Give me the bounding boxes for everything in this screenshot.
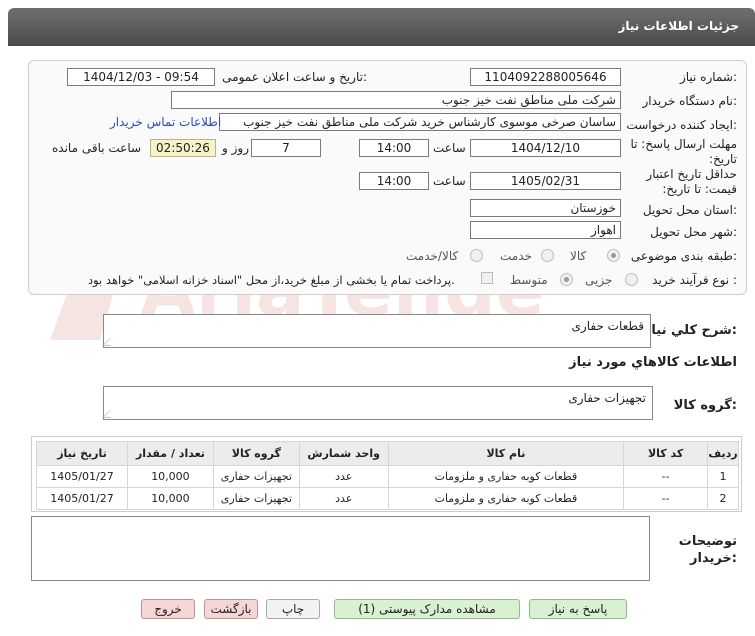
goods-group-field: تجهیزات حفاری xyxy=(102,386,653,420)
validity-time-label: ساعت xyxy=(433,174,466,188)
page-title: جزئیات اطلاعات نیاز xyxy=(618,19,739,33)
column-header: ردیف xyxy=(707,441,739,466)
purchase-type-label: نوع فرآیند خرید : xyxy=(652,273,737,287)
purchase-minor-label: جزیی xyxy=(585,273,613,287)
need-number-field: 1104092288005646 xyxy=(470,68,621,86)
province-label: استان محل تحویل: xyxy=(642,203,737,217)
description-label: شرح كلي نياز: xyxy=(643,323,737,338)
table-cell: 1 xyxy=(707,465,739,488)
buyer-org-label: نام دستگاه خریدار: xyxy=(642,94,738,108)
table-cell: تجهیزات حفاری xyxy=(212,465,300,488)
validity-date-field: 1405/02/31 xyxy=(470,172,621,190)
description-text: قطعات حفاری xyxy=(571,319,644,333)
category-service-radio[interactable] xyxy=(541,249,554,262)
goods-group-text: تجهیزات حفاری xyxy=(568,391,646,405)
table-cell: قطعات کوبه حفاری و ملزومات xyxy=(387,465,625,488)
back-button[interactable]: بازگشت xyxy=(204,599,258,619)
category-both-radio[interactable] xyxy=(470,249,483,262)
buyer-notes-field xyxy=(31,516,650,581)
purchase-medium-label: متوسط xyxy=(510,273,548,287)
buyer-notes-label-line1: توضیحات xyxy=(678,534,737,549)
table-cell: 1405/01/27 xyxy=(36,487,128,510)
requester-field: ساسان صرخی موسوی کارشناس خرید شرکت ملی م… xyxy=(219,113,621,131)
city-field: اهواز xyxy=(470,221,621,239)
column-header: تاریخ نیاز xyxy=(36,441,128,466)
deadline-time-label: ساعت xyxy=(433,141,466,155)
resize-handle-icon[interactable] xyxy=(102,410,118,418)
deadline-days-field: 7 xyxy=(251,139,321,157)
goods-table-container: ردیف کد کالا نام کالا واحد شمارش گروه کا… xyxy=(31,436,742,512)
table-header-row: ردیف کد کالا نام کالا واحد شمارش گروه کا… xyxy=(36,441,739,466)
table-cell: عدد xyxy=(298,465,389,488)
table-cell: 2 xyxy=(707,487,739,510)
table-cell: -- xyxy=(623,465,709,488)
view-attachments-button[interactable]: مشاهده مدارک پیوستی (1) xyxy=(334,599,520,619)
column-header: تعداد / مقدار xyxy=(127,441,214,466)
deadline-time-field: 14:00 xyxy=(359,139,429,157)
purchase-minor-radio[interactable] xyxy=(625,273,638,286)
category-service-label: خدمت xyxy=(500,249,532,263)
purchase-medium-radio[interactable] xyxy=(560,273,573,286)
requester-label: ایجاد کننده درخواست: xyxy=(626,118,737,132)
remaining-time-field: 02:50:26 xyxy=(150,139,216,157)
table-cell: -- xyxy=(623,487,709,510)
buyer-contact-link[interactable]: اطلاعات تماس خریدار xyxy=(110,115,221,129)
remaining-time-label: ساعت باقی مانده xyxy=(52,141,142,155)
validity-label: حداقل تاریخ اعتبار قیمت: تا تاریخ: xyxy=(646,167,737,196)
table-cell: تجهیزات حفاری xyxy=(212,487,300,510)
table-cell: 1405/01/27 xyxy=(36,465,128,488)
column-header: واحد شمارش xyxy=(298,441,389,466)
category-goods-radio[interactable] xyxy=(607,249,620,262)
respond-button[interactable]: پاسخ به نیاز xyxy=(529,599,627,619)
exit-button[interactable]: خروج xyxy=(141,599,195,619)
treasury-bonds-note: پرداخت تمام یا بخشی از مبلغ خرید،از محل … xyxy=(88,273,455,287)
category-label: طبقه بندی موضوعی: xyxy=(630,249,737,263)
buyer-notes-label-line2: خریدار: xyxy=(690,551,737,566)
column-header: کد کالا xyxy=(623,441,709,466)
resize-handle-icon[interactable] xyxy=(102,338,118,346)
validity-time-field: 14:00 xyxy=(359,172,429,190)
table-cell: قطعات کوبه حفاری و ملزومات xyxy=(387,487,625,510)
goods-info-title: اطلاعات كالاهاي مورد نياز xyxy=(569,355,737,370)
deadline-date-field: 1404/12/10 xyxy=(470,139,621,157)
table-cell: عدد xyxy=(298,487,389,510)
table-row: 1 -- قطعات کوبه حفاری و ملزومات عدد تجهی… xyxy=(36,465,739,488)
deadline-label: مهلت ارسال پاسخ: تا تاریخ: xyxy=(630,137,737,166)
goods-group-label: گروه كالا: xyxy=(673,398,737,413)
city-label: شهر محل تحویل: xyxy=(650,225,737,239)
column-header: گروه کالا xyxy=(212,441,300,466)
description-field: قطعات حفاری xyxy=(102,314,651,348)
table-cell: 10,000 xyxy=(127,465,214,488)
category-goods-label: کالا xyxy=(570,249,587,263)
need-number-label: شماره نیاز: xyxy=(679,70,737,84)
goods-table: ردیف کد کالا نام کالا واحد شمارش گروه کا… xyxy=(36,441,739,510)
announce-datetime-label: تاریخ و ساعت اعلان عمومی: xyxy=(222,70,367,84)
announce-datetime-field: 1404/12/03 - 09:54 xyxy=(67,68,215,86)
column-header: نام کالا xyxy=(387,441,625,466)
title-bar: جزئیات اطلاعات نیاز xyxy=(8,8,755,46)
treasury-bonds-checkbox[interactable] xyxy=(481,272,493,284)
buyer-org-field: شرکت ملی مناطق نفت خیز جنوب xyxy=(171,91,621,109)
province-field: خوزستان xyxy=(470,199,621,217)
table-row: 2 -- قطعات کوبه حفاری و ملزومات عدد تجهی… xyxy=(36,487,739,510)
category-both-label: کالا/خدمت xyxy=(406,249,459,263)
print-button[interactable]: چاپ xyxy=(266,599,320,619)
table-cell: 10,000 xyxy=(127,487,214,510)
deadline-days-label: روز و xyxy=(222,141,249,155)
